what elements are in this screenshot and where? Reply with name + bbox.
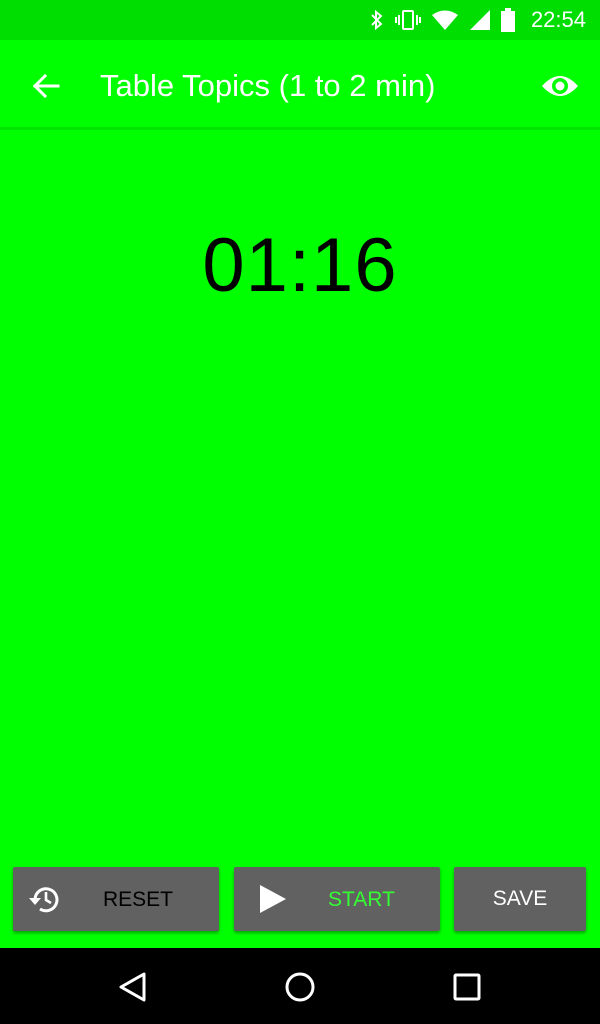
- status-time: 22:54: [530, 7, 586, 32]
- start-button[interactable]: START: [234, 867, 440, 931]
- play-icon: [258, 883, 288, 920]
- save-label: SAVE: [492, 887, 548, 910]
- signal-icon: [469, 9, 491, 31]
- nav-recents-icon[interactable]: [450, 970, 484, 1009]
- timer-display: 01:16: [202, 223, 398, 308]
- app-bar: Table Topics (1 to 2 min): [0, 40, 600, 130]
- reset-button[interactable]: RESET: [13, 867, 219, 931]
- status-bar: 22:54: [0, 0, 600, 40]
- back-arrow-icon[interactable]: [30, 70, 62, 102]
- eye-icon[interactable]: [540, 70, 580, 102]
- reset-label: RESET: [103, 888, 174, 911]
- bluetooth-icon: [369, 9, 385, 31]
- history-icon: [27, 881, 63, 922]
- nav-home-icon[interactable]: [282, 970, 318, 1009]
- vibrate-icon: [394, 9, 421, 31]
- page-title: Table Topics (1 to 2 min): [100, 68, 436, 103]
- save-button[interactable]: SAVE: [454, 867, 586, 931]
- battery-icon: [500, 8, 515, 32]
- wifi-icon: [431, 9, 459, 31]
- start-label: START: [328, 888, 395, 911]
- navigation-bar: [0, 948, 600, 1024]
- nav-back-icon[interactable]: [116, 970, 150, 1009]
